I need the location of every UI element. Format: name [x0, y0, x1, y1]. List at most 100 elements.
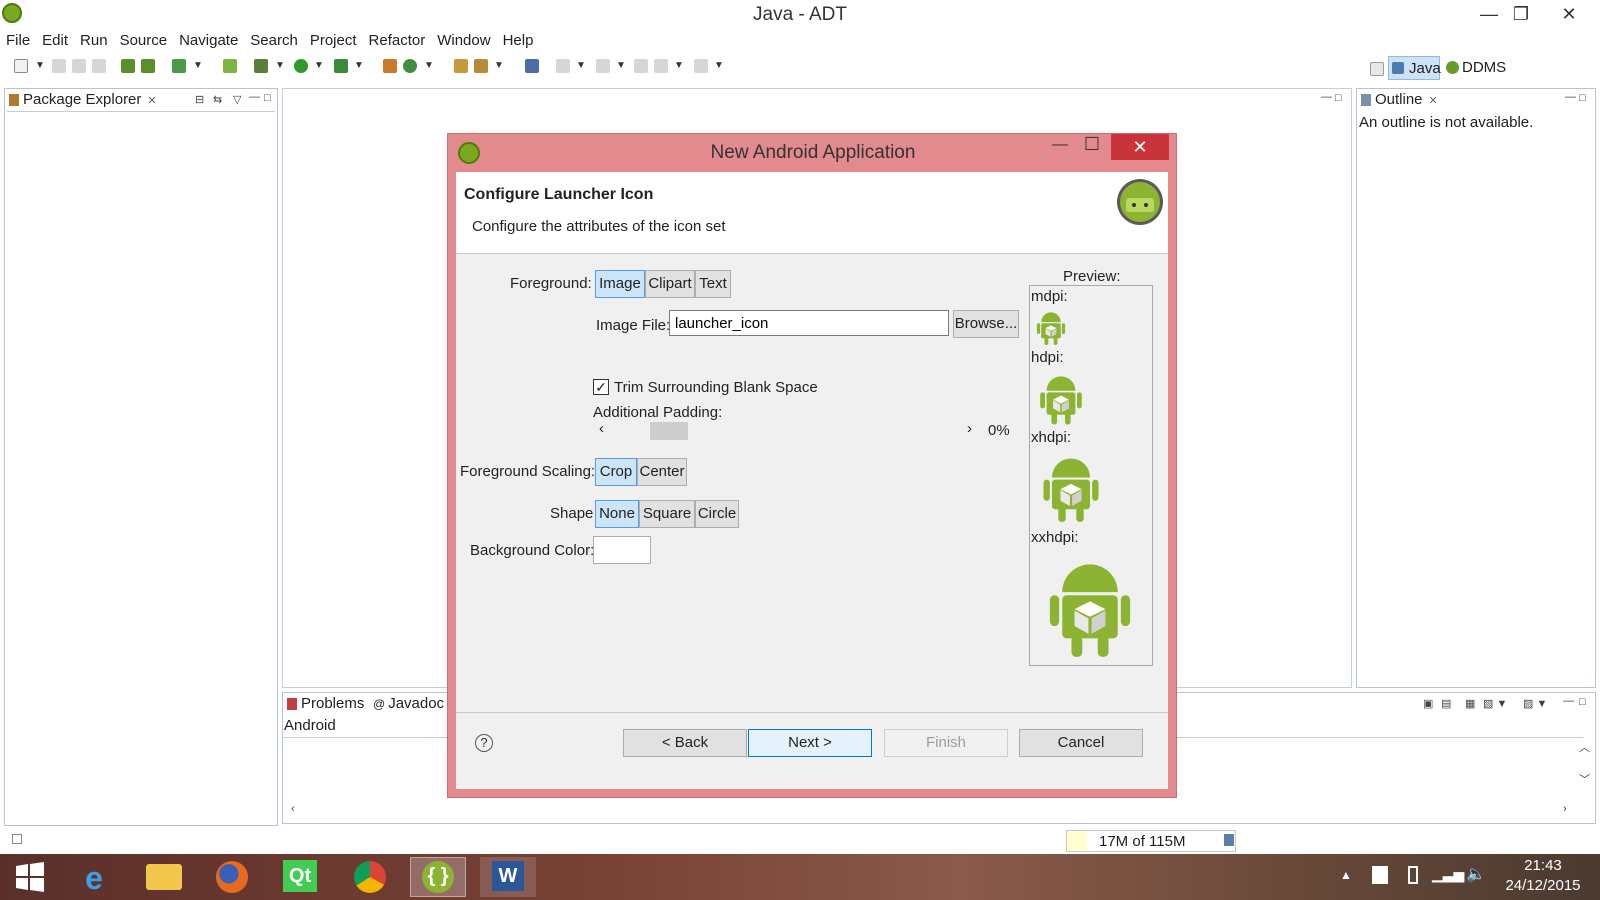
scaling-crop-option[interactable]: Crop: [595, 458, 637, 486]
shape-square-option[interactable]: Square: [639, 500, 695, 528]
scroll-up-icon[interactable]: ︿: [1579, 739, 1590, 755]
lint-dropdown-icon[interactable]: ▼: [193, 60, 203, 71]
back-button[interactable]: < Back: [623, 729, 747, 757]
adt-eclipse-taskbar[interactable]: { }: [410, 857, 466, 897]
dialog-minimize-button[interactable]: —: [1048, 136, 1072, 154]
android-sdk-manager-icon[interactable]: [121, 59, 135, 73]
pin-icon[interactable]: [525, 59, 539, 73]
clock[interactable]: 21:43 24/12/2015: [1498, 856, 1588, 896]
close-tab-icon[interactable]: ✕: [1429, 95, 1438, 107]
save-all-icon[interactable]: [72, 59, 86, 73]
prev-annotation-dropdown-icon[interactable]: ▼: [616, 60, 626, 71]
volume-icon[interactable]: 🔈: [1466, 864, 1486, 884]
prev-annotation-icon[interactable]: [596, 59, 610, 73]
bottom-maximize-icon[interactable]: □: [1579, 696, 1586, 708]
panel-action-icon[interactable]: ▣: [1423, 697, 1433, 710]
search-icon[interactable]: [474, 59, 488, 73]
perspective-ddms[interactable]: DDMS: [1444, 56, 1524, 80]
internet-explorer-taskbar[interactable]: e: [66, 858, 122, 896]
last-edit-icon[interactable]: [634, 59, 648, 73]
garbage-collect-icon[interactable]: [1224, 834, 1234, 846]
next-annotation-dropdown-icon[interactable]: ▼: [576, 60, 586, 71]
panel-action-icon[interactable]: ▨ ▼: [1523, 697, 1547, 710]
show-hidden-icons[interactable]: ▲: [1340, 868, 1352, 882]
outline-tab[interactable]: Outline ✕: [1361, 91, 1438, 108]
lint-check-icon[interactable]: [172, 59, 186, 73]
qt-creator-taskbar[interactable]: Qt: [272, 858, 328, 896]
slider-right-arrow-icon[interactable]: ›: [967, 420, 972, 437]
shape-circle-option[interactable]: Circle: [695, 500, 739, 528]
outline-minimize-icon[interactable]: —: [1565, 91, 1576, 103]
link-with-editor-icon[interactable]: ⇆: [213, 93, 222, 106]
new-icon[interactable]: [14, 59, 28, 73]
heap-status[interactable]: 17M of 115M: [1066, 830, 1236, 852]
scroll-right-icon[interactable]: ›: [1563, 803, 1567, 815]
file-explorer-taskbar[interactable]: [136, 858, 192, 896]
help-button[interactable]: ?: [475, 734, 493, 752]
menu-source[interactable]: Source: [114, 30, 174, 52]
padding-slider[interactable]: ‹ ›: [593, 420, 983, 442]
search-dropdown-icon[interactable]: ▼: [494, 60, 504, 71]
scaling-center-option[interactable]: Center: [637, 458, 687, 486]
scroll-left-icon[interactable]: ‹: [291, 803, 295, 815]
forward-icon[interactable]: [694, 59, 708, 73]
forward-dropdown-icon[interactable]: ▼: [714, 60, 724, 71]
finish-button[interactable]: Finish: [884, 729, 1008, 757]
bgcolor-swatch-button[interactable]: [593, 536, 651, 564]
panel-action-icon[interactable]: ▧ ▼: [1483, 697, 1507, 710]
dialog-close-button[interactable]: ✕: [1111, 134, 1169, 160]
package-explorer-tree[interactable]: [7, 111, 275, 821]
cancel-button[interactable]: Cancel: [1019, 729, 1143, 757]
javadoc-tab[interactable]: @ Javadoc: [373, 695, 444, 712]
view-menu-icon[interactable]: ▽: [233, 93, 241, 106]
editor-minimize-icon[interactable]: —: [1321, 91, 1332, 103]
panel-action-icon[interactable]: ▦: [1465, 697, 1475, 710]
package-explorer-tab[interactable]: Package Explorer ✕: [9, 91, 157, 108]
run-dropdown-icon[interactable]: ▼: [314, 60, 324, 71]
close-tab-icon[interactable]: ✕: [147, 95, 156, 107]
menu-project[interactable]: Project: [304, 30, 363, 52]
bottom-minimize-icon[interactable]: —: [1563, 695, 1574, 707]
open-type-icon[interactable]: [454, 59, 468, 73]
firefox-taskbar[interactable]: [204, 858, 260, 896]
new-class-dropdown-icon[interactable]: ▼: [424, 60, 434, 71]
slider-thumb[interactable]: [650, 422, 688, 440]
chrome-taskbar[interactable]: [342, 858, 398, 896]
menu-navigate[interactable]: Navigate: [173, 30, 244, 52]
collapse-all-icon[interactable]: ⊟: [195, 93, 204, 106]
menu-window[interactable]: Window: [431, 30, 496, 52]
external-tools-dropdown-icon[interactable]: ▼: [354, 60, 364, 71]
foreground-clipart-option[interactable]: Clipart: [645, 270, 695, 298]
shape-none-option[interactable]: None: [595, 500, 639, 528]
external-tools-icon[interactable]: [334, 59, 348, 73]
word-taskbar[interactable]: W: [480, 857, 536, 897]
problems-tab[interactable]: Problems: [287, 695, 364, 712]
debug-dropdown-icon[interactable]: ▼: [275, 60, 285, 71]
back-icon[interactable]: [654, 59, 668, 73]
menu-search[interactable]: Search: [244, 30, 304, 52]
new-java-package-icon[interactable]: [383, 59, 397, 73]
menu-refactor[interactable]: Refactor: [363, 30, 432, 52]
run-icon[interactable]: [294, 59, 308, 73]
menu-run[interactable]: Run: [74, 30, 114, 52]
trim-checkbox[interactable]: ✓: [593, 379, 609, 395]
perspective-java[interactable]: Java: [1388, 56, 1441, 80]
window-maximize-button[interactable]: ❐: [1498, 0, 1544, 28]
maximize-view-icon[interactable]: □: [264, 92, 271, 104]
android-avd-manager-icon[interactable]: [141, 59, 155, 73]
action-center-icon[interactable]: [1372, 866, 1388, 884]
save-icon[interactable]: [52, 59, 66, 73]
new-dropdown-icon[interactable]: ▼: [35, 60, 45, 71]
open-perspective-icon[interactable]: [1370, 62, 1384, 76]
panel-action-icon[interactable]: ▤: [1441, 697, 1451, 710]
outline-maximize-icon[interactable]: □: [1579, 92, 1586, 104]
foreground-image-option[interactable]: Image: [595, 270, 645, 298]
print-icon[interactable]: [92, 59, 106, 73]
foreground-text-option[interactable]: Text: [695, 270, 731, 298]
image-file-input[interactable]: [669, 310, 949, 336]
back-dropdown-icon[interactable]: ▼: [674, 60, 684, 71]
new-java-class-icon[interactable]: [403, 59, 417, 73]
network-icon[interactable]: ▁▃▅: [1432, 866, 1464, 883]
next-annotation-icon[interactable]: [556, 59, 570, 73]
battery-icon[interactable]: [1408, 866, 1418, 884]
